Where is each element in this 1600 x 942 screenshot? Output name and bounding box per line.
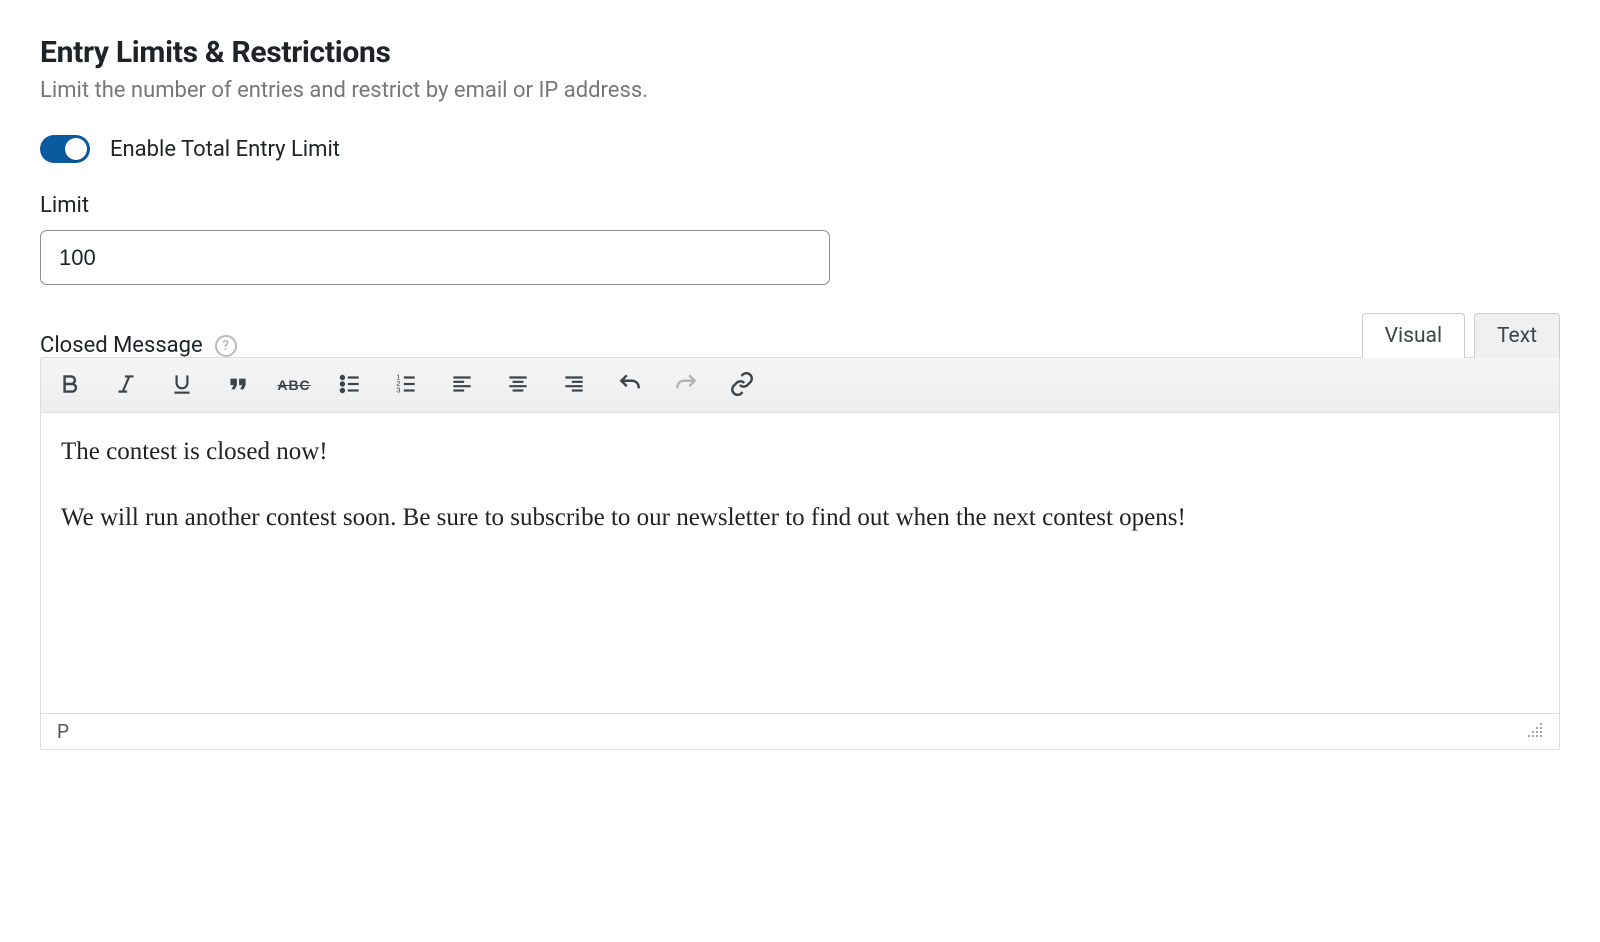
blockquote-icon xyxy=(225,371,251,400)
strikethrough-icon: ABC xyxy=(277,377,310,393)
help-icon[interactable]: ? xyxy=(215,335,237,357)
bullet-list-button[interactable] xyxy=(333,368,367,402)
underline-icon xyxy=(169,371,195,400)
editor-tabs: Visual Text xyxy=(1362,313,1560,358)
italic-icon xyxy=(113,371,139,400)
enable-entry-limit-row: Enable Total Entry Limit xyxy=(40,135,1560,163)
editor-statusbar: P xyxy=(41,713,1559,749)
limit-label: Limit xyxy=(40,193,1560,218)
align-left-icon xyxy=(449,371,475,400)
tab-text[interactable]: Text xyxy=(1474,313,1560,358)
resize-handle-icon[interactable] xyxy=(1527,720,1543,743)
closed-message-label: Closed Message xyxy=(40,333,203,358)
bold-icon xyxy=(57,371,83,400)
align-left-button[interactable] xyxy=(445,368,479,402)
editor-paragraph: The contest is closed now! xyxy=(61,433,1539,471)
undo-button[interactable] xyxy=(613,368,647,402)
strikethrough-button[interactable]: ABC xyxy=(277,368,311,402)
section-title: Entry Limits & Restrictions xyxy=(40,35,1560,70)
link-button[interactable] xyxy=(725,368,759,402)
editor-element-path: P xyxy=(57,720,69,743)
italic-button[interactable] xyxy=(109,368,143,402)
editor-paragraph: We will run another contest soon. Be sur… xyxy=(61,499,1539,537)
align-right-icon xyxy=(561,371,587,400)
section-subtitle: Limit the number of entries and restrict… xyxy=(40,78,1560,103)
align-center-icon xyxy=(505,371,531,400)
undo-icon xyxy=(617,371,643,400)
align-right-button[interactable] xyxy=(557,368,591,402)
bullet-list-icon xyxy=(337,371,363,400)
blockquote-button[interactable] xyxy=(221,368,255,402)
numbered-list-icon: 123 xyxy=(393,371,419,400)
editor-toolbar: ABC 123 xyxy=(41,358,1559,413)
redo-icon xyxy=(673,371,699,400)
redo-button[interactable] xyxy=(669,368,703,402)
enable-entry-limit-label: Enable Total Entry Limit xyxy=(110,137,340,162)
toggle-thumb xyxy=(65,138,87,160)
rich-text-editor: ABC 123 xyxy=(40,357,1560,750)
tab-visual[interactable]: Visual xyxy=(1362,313,1465,358)
enable-entry-limit-toggle[interactable] xyxy=(40,135,90,163)
svg-text:3: 3 xyxy=(396,385,400,394)
align-center-button[interactable] xyxy=(501,368,535,402)
editor-content-area[interactable]: The contest is closed now! We will run a… xyxy=(41,413,1559,713)
underline-button[interactable] xyxy=(165,368,199,402)
bold-button[interactable] xyxy=(53,368,87,402)
limit-input[interactable] xyxy=(40,230,830,285)
link-icon xyxy=(729,371,755,400)
numbered-list-button[interactable]: 123 xyxy=(389,368,423,402)
